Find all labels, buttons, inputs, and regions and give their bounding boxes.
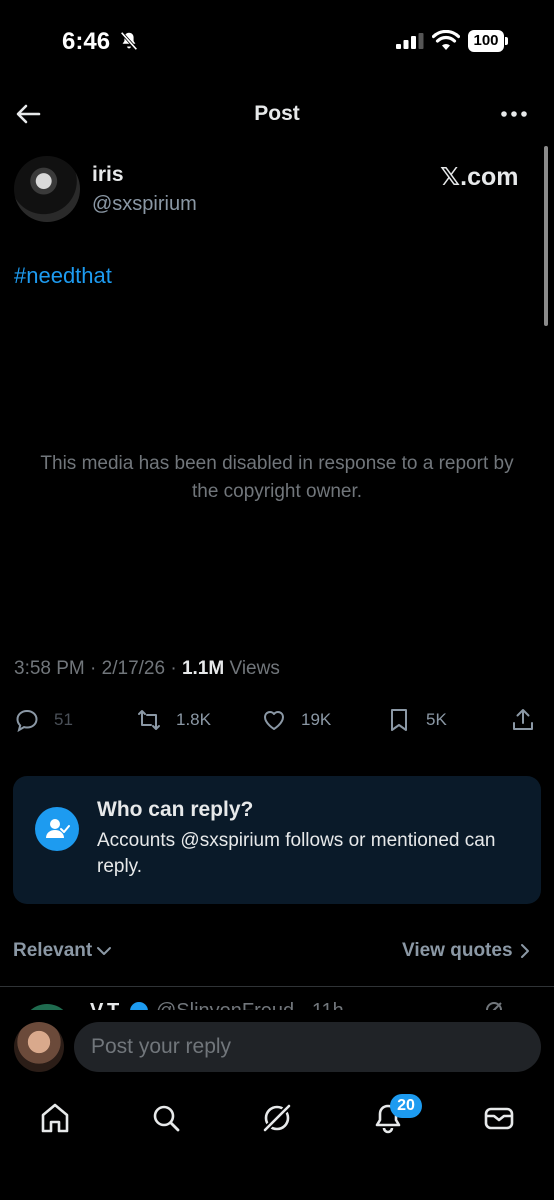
post-metadata: 3:58 PM · 2/17/26 · 1.1M Views [14, 658, 280, 680]
bookmark-icon [391, 709, 407, 731]
replies-sort-dropdown[interactable]: Relevant [13, 940, 112, 962]
bottom-tab-bar [0, 1086, 554, 1200]
reply-composer [0, 1010, 554, 1086]
scrollbar[interactable] [544, 146, 548, 326]
chevron-right-icon [520, 944, 529, 958]
repost-button[interactable]: 1.8K [136, 700, 211, 740]
chevron-down-icon [97, 947, 112, 955]
wifi-icon [432, 30, 460, 50]
divider [0, 986, 554, 987]
like-count: 19K [301, 710, 332, 729]
share-icon [513, 709, 533, 730]
reply-input[interactable] [74, 1022, 541, 1072]
messages-icon[interactable] [481, 1100, 517, 1136]
reply-icon [16, 709, 38, 733]
author-avatar[interactable] [14, 156, 80, 222]
home-icon[interactable] [37, 1100, 73, 1136]
like-icon [264, 711, 284, 730]
who-can-reply-card: Who can reply? Accounts @sxspirium follo… [13, 776, 541, 904]
search-icon[interactable] [148, 1100, 184, 1136]
cellular-signal-icon [396, 33, 424, 49]
battery-indicator: 100 [468, 30, 508, 52]
who-can-reply-title: Who can reply? [97, 798, 254, 821]
view-quotes-label: View quotes [402, 940, 513, 961]
repost-count: 1.8K [176, 710, 211, 729]
notifications-badge: 20 [390, 1094, 422, 1118]
reply-item-peek[interactable]: V.T @SlinyonFreud · 11h [0, 992, 554, 1012]
like-button[interactable]: 19K [261, 700, 331, 740]
share-button[interactable] [510, 700, 536, 740]
more-icon[interactable] [498, 102, 530, 126]
media-disabled-notice: This media has been disabled in response… [40, 453, 514, 502]
repost-icon [138, 710, 160, 730]
status-bar: 6:46 100 [0, 0, 554, 84]
grok-icon[interactable] [259, 1100, 295, 1136]
post-time[interactable]: 3:58 PM [14, 658, 85, 679]
status-time: 6:46 [62, 28, 111, 55]
current-user-avatar[interactable] [14, 1022, 64, 1072]
separator: · [170, 658, 177, 679]
battery-level: 100 [468, 30, 504, 52]
who-can-reply-description: Accounts @sxspirium follows or mentioned… [97, 830, 496, 877]
views-count: 1.1M [181, 658, 225, 679]
reply-button[interactable]: 51 [14, 700, 73, 740]
reply-count: 51 [54, 710, 73, 729]
post-actions: 51 1.8K 19K 5K [0, 700, 554, 740]
view-quotes-link[interactable]: View quotes [402, 940, 531, 962]
top-nav: Post [0, 88, 554, 142]
separator: · [90, 658, 97, 679]
hashtag-link[interactable]: #needthat [14, 263, 112, 289]
author-name[interactable]: iris [92, 163, 124, 187]
sort-label: Relevant [13, 940, 93, 961]
person-check-icon [35, 807, 79, 851]
views-label: Views [229, 658, 280, 679]
post-date[interactable]: 2/17/26 [102, 658, 165, 679]
bookmark-count: 5K [426, 710, 447, 729]
bell-silent-icon [120, 31, 138, 51]
bookmark-button[interactable]: 5K [386, 700, 447, 740]
x-watermark: 𝕏.com [440, 163, 519, 191]
author-handle[interactable]: @sxspirium [92, 193, 197, 216]
page-title: Post [254, 102, 300, 125]
